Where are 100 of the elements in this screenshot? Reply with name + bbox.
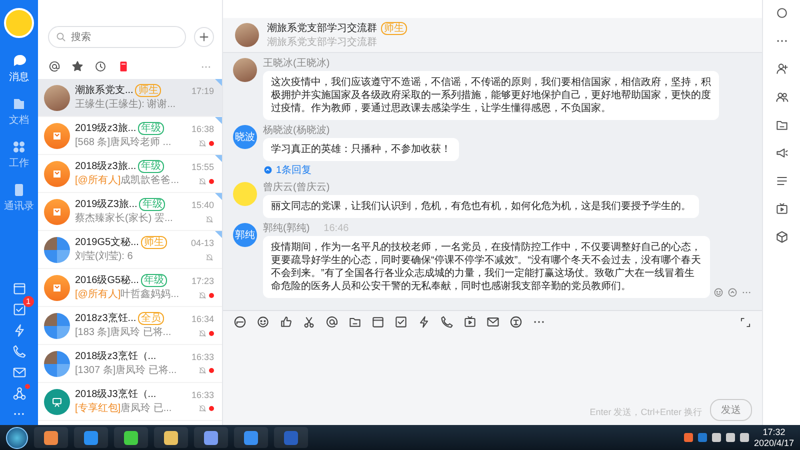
thumbs-up-icon[interactable] bbox=[279, 315, 293, 329]
group-avatar bbox=[44, 236, 70, 262]
photo-placeholder bbox=[235, 23, 259, 47]
conversation-name: 2018级z3旅... bbox=[75, 160, 136, 172]
group-tag: 年级 bbox=[138, 122, 164, 135]
phone-icon[interactable] bbox=[440, 315, 454, 329]
calendar-icon[interactable] bbox=[371, 315, 385, 329]
taskbar-app-button[interactable] bbox=[34, 427, 68, 448]
message-bubble: 学习真正的英雄：只播种，不参加收获！ bbox=[263, 138, 459, 161]
timestamp: 15:55 bbox=[191, 162, 214, 172]
checkbox-icon[interactable] bbox=[394, 315, 408, 329]
message-preview: [专享红包]唐凤玲 已... bbox=[75, 402, 172, 414]
reply-icon bbox=[263, 165, 273, 175]
conversation-name: 2019G5文秘... bbox=[75, 236, 139, 248]
conversation-item[interactable]: 2018级z3烹饪（... 16:33 [1307 条]唐凤玲 已将... bbox=[38, 345, 222, 383]
clock-time: 17:32 bbox=[762, 426, 786, 438]
timestamp: 04-13 bbox=[190, 238, 214, 248]
avatar[interactable] bbox=[4, 8, 34, 38]
folder-icon[interactable] bbox=[774, 118, 788, 132]
network-icon[interactable] bbox=[12, 386, 26, 401]
taskbar-app-button[interactable] bbox=[74, 427, 108, 448]
message-preview: [@所有人]叶哲鑫妈妈... bbox=[75, 289, 180, 301]
avatar bbox=[233, 58, 257, 82]
timestamp: 17:19 bbox=[191, 86, 214, 96]
message-preview: [183 条]唐凤玲 已将... bbox=[75, 327, 172, 339]
group-tag: 师生 bbox=[381, 22, 407, 34]
message-preview: 王缘生(王缘生): 谢谢... bbox=[75, 99, 176, 111]
chat-bubble-icon bbox=[11, 53, 27, 69]
star-icon[interactable] bbox=[71, 60, 84, 73]
conversation-item[interactable]: 2018级J3烹饪（... 16:33 [专享红包]唐凤玲 已... bbox=[38, 383, 222, 421]
add-person-icon[interactable] bbox=[774, 62, 788, 76]
people-icon[interactable] bbox=[774, 90, 788, 104]
timestamp: 16:33 bbox=[191, 390, 214, 400]
at-sign-icon[interactable] bbox=[325, 315, 339, 329]
start-button[interactable] bbox=[6, 426, 28, 448]
avatar bbox=[233, 182, 257, 206]
conversation-item[interactable]: 潮旅系党支... 师生 17:19 王缘生(王缘生): 谢谢... bbox=[38, 79, 222, 117]
tv-icon[interactable] bbox=[774, 202, 788, 216]
taskbar-app-button[interactable] bbox=[234, 427, 268, 448]
group-avatar bbox=[44, 312, 70, 338]
group-tag: 年级 bbox=[140, 274, 167, 287]
lightning-icon[interactable] bbox=[417, 315, 431, 329]
conversation-item[interactable]: 2018z3烹饪... 全员 16:34 [183 条]唐凤玲 已将... bbox=[38, 307, 222, 345]
message-preview: 刘莹(刘莹): 6 bbox=[75, 251, 133, 263]
conversation-name: 2018级J3烹饪（... bbox=[75, 388, 156, 400]
shortcut-hint: Enter 发送，Ctrl+Enter 换行 bbox=[590, 406, 702, 419]
unread-badge: 1 bbox=[23, 296, 34, 307]
conversation-name: 潮旅系党支... bbox=[75, 84, 134, 96]
group-tag: 年级 bbox=[138, 160, 164, 173]
expand-icon[interactable] bbox=[739, 316, 752, 328]
sender-name: 王晓冰(王晓冰) bbox=[263, 58, 330, 69]
timestamp: 15:40 bbox=[191, 200, 214, 210]
nav-item[interactable]: 消息 bbox=[9, 50, 29, 87]
message-preview: 蔡杰臻家长(家长) 罢... bbox=[75, 213, 173, 225]
avatar: 郭纯 bbox=[233, 223, 257, 247]
list-icon[interactable] bbox=[774, 174, 788, 188]
group-tag: 师生 bbox=[135, 84, 162, 97]
scissors-icon[interactable] bbox=[302, 315, 316, 329]
megaphone-icon[interactable] bbox=[774, 146, 788, 160]
search-field[interactable]: 搜索 bbox=[48, 26, 186, 48]
message-preview: [1307 条]唐凤玲 已将... bbox=[75, 364, 177, 376]
conversation-name: 2016级G5秘... bbox=[75, 274, 139, 286]
notification-dot bbox=[24, 384, 30, 389]
add-button[interactable] bbox=[194, 27, 214, 47]
sender-name: 杨晓波(杨晓波) bbox=[263, 125, 330, 136]
conversation-name: 2019级z3旅... bbox=[75, 122, 136, 134]
group-tag: 师生 bbox=[140, 236, 167, 249]
nav-label: 工作 bbox=[9, 157, 29, 170]
clock-icon[interactable] bbox=[94, 60, 107, 73]
timestamp: 17:23 bbox=[191, 276, 214, 286]
taskbar-app-button[interactable] bbox=[194, 427, 228, 448]
folder-icon[interactable] bbox=[348, 315, 362, 329]
timestamp: 16:33 bbox=[191, 352, 214, 362]
timestamp: 16:34 bbox=[191, 314, 214, 324]
timestamp: 16:46 bbox=[324, 223, 349, 234]
reply-icon[interactable] bbox=[727, 287, 738, 298]
conversation-name: 2019级Z3旅... bbox=[75, 198, 138, 210]
taskbar-app-button[interactable] bbox=[154, 427, 188, 448]
conversation-name: 2018z3烹饪... bbox=[75, 312, 136, 324]
chat-title: 潮旅系党支部学习交流群 bbox=[267, 22, 377, 35]
mail-icon[interactable] bbox=[486, 315, 500, 329]
at-sign-icon[interactable] bbox=[48, 60, 61, 73]
clock-date: 2020/4/17 bbox=[754, 438, 794, 448]
nav-label: 文档 bbox=[9, 114, 29, 127]
group-avatar bbox=[44, 350, 70, 376]
message-preview: [568 条]唐凤玲老师 ... bbox=[75, 137, 172, 149]
timestamp: 16:38 bbox=[191, 124, 214, 134]
group-tag: 年级 bbox=[139, 198, 166, 211]
conversation-name: 2018级z3烹饪（... bbox=[75, 350, 156, 362]
message-bubble: 疫情期间，作为一名平凡的技校老师，一名党员，在疫情防控工作中，不仅要调整好自己的心态，更要疏导好学生的心态，同时要确保“停课不停学不减效”。“没有哪个冬天不会过去，没有哪个春天不会到来。”有了全国各行各业众志成城的力量，我们一定能打赢这场仗。致敬广大在一线冒着生命危险的医务人员和公安干警的无私奉献，同时也感谢我支部辛勤的党员教师们。 bbox=[263, 236, 710, 298]
conversation-item[interactable]: 2016级G5秘... 年级 17:23 [@所有人]叶哲鑫妈妈... bbox=[38, 269, 222, 307]
folder-icon bbox=[11, 96, 27, 112]
emoji-icon[interactable] bbox=[256, 315, 270, 329]
cube-icon[interactable] bbox=[774, 230, 788, 244]
tv-icon[interactable] bbox=[463, 315, 477, 329]
grid-icon bbox=[11, 139, 27, 155]
plus-icon bbox=[198, 31, 210, 43]
circle-icon[interactable] bbox=[774, 6, 788, 20]
taskbar-app-button[interactable] bbox=[114, 427, 148, 448]
nav-label: 消息 bbox=[9, 70, 29, 84]
